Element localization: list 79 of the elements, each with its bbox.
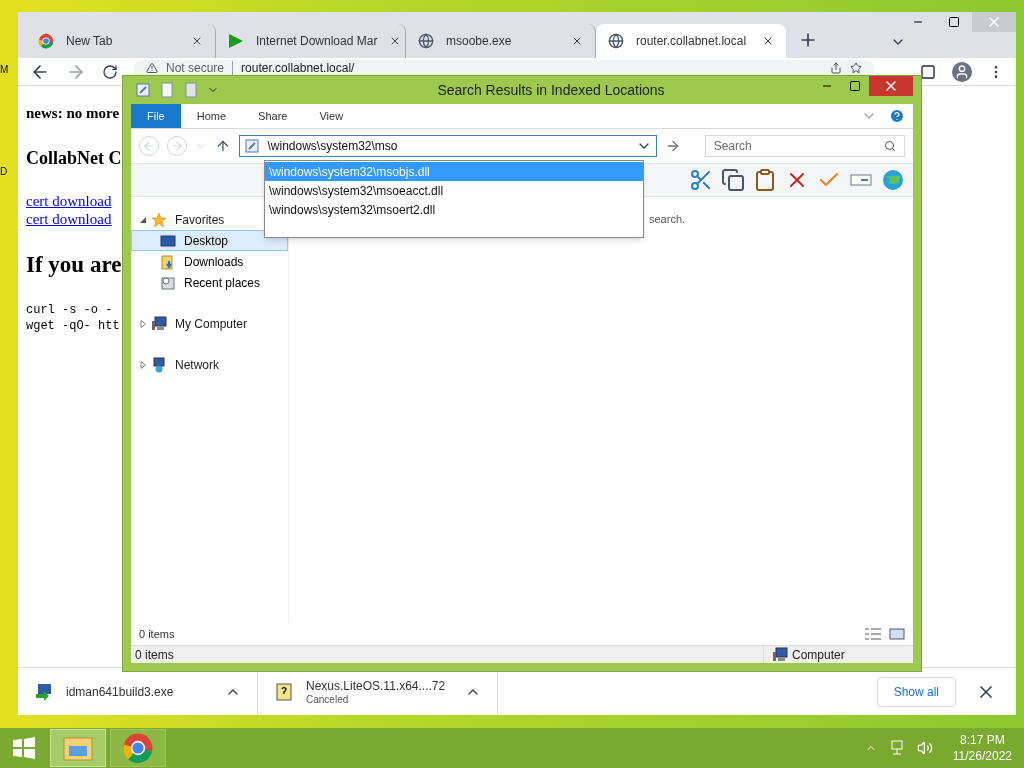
nav-item[interactable]: Favorites — [175, 210, 225, 229]
unknown-file-icon — [274, 681, 294, 702]
folder-icon — [160, 253, 176, 270]
chrome-icon — [38, 33, 54, 49]
document-icon[interactable] — [183, 82, 199, 98]
computer-icon — [151, 315, 167, 332]
search-icon — [884, 140, 896, 152]
ribbon-tab[interactable]: File — [131, 104, 181, 128]
profile-icon[interactable] — [952, 61, 972, 82]
reload-icon[interactable] — [102, 63, 118, 80]
properties-icon[interactable] — [135, 82, 151, 98]
chrome-icon — [122, 732, 154, 764]
expanded-arrow-icon[interactable] — [139, 215, 147, 224]
desktop-icon-label[interactable]: M — [0, 62, 9, 77]
play-icon — [228, 33, 244, 49]
copy-icon[interactable] — [721, 168, 745, 192]
nav-item[interactable]: Network — [175, 355, 219, 374]
browser-tab[interactable]: router.collabnet.local — [596, 24, 786, 58]
nav-item[interactable]: My Computer — [175, 314, 248, 333]
address-bar[interactable]: Not secure router.collabnet.local/ — [134, 60, 874, 75]
cut-icon[interactable] — [689, 168, 713, 192]
warning-icon — [146, 61, 158, 74]
close-tab-icon[interactable] — [762, 35, 774, 47]
monitor-icon — [160, 232, 176, 249]
search-field[interactable]: Search — [704, 135, 905, 157]
status-bar: 0 items Computer — [131, 645, 913, 663]
ribbon-tab[interactable]: Share — [242, 104, 304, 128]
ribbon-tab[interactable]: View — [303, 104, 360, 128]
large-icons-view-icon[interactable] — [889, 628, 905, 640]
download-status: Canceled — [306, 693, 350, 706]
code-line: curl -s -o - — [26, 302, 113, 318]
item-count: 0 items — [139, 626, 175, 642]
taskbar-app-button[interactable] — [110, 729, 166, 767]
globe-icon — [608, 33, 624, 49]
side-panel-icon[interactable] — [920, 63, 936, 80]
star-icon — [151, 211, 167, 228]
nav-item[interactable]: Recent places — [131, 272, 288, 293]
page-link[interactable]: cert download — [26, 191, 112, 210]
windows-start-icon[interactable] — [12, 736, 36, 760]
folder-icon — [62, 734, 94, 762]
volume-icon[interactable] — [916, 740, 933, 756]
bookmark-star-icon[interactable] — [850, 61, 862, 74]
document-icon[interactable] — [159, 82, 175, 98]
collapsed-arrow-icon[interactable] — [139, 319, 147, 328]
suggestion-item[interactable]: \windows\system32\msoert2.dll — [265, 200, 643, 219]
close-tab-icon[interactable] — [191, 35, 203, 47]
share-icon[interactable] — [830, 61, 842, 74]
nav-item[interactable]: Desktop — [131, 230, 288, 251]
network-icon — [151, 356, 167, 373]
suggestion-item[interactable]: \windows\system32\msoeacct.dll — [265, 181, 643, 200]
code-line: wget -qO- htt — [26, 318, 120, 334]
close-button[interactable] — [869, 76, 913, 96]
close-tab-icon[interactable] — [571, 35, 583, 47]
globe-icon — [418, 33, 434, 49]
empty-message: search. — [649, 212, 686, 227]
clock-document-icon — [160, 274, 176, 291]
page-text: news: no more — [26, 104, 120, 123]
maximize-icon[interactable] — [849, 80, 861, 92]
installer-icon — [34, 681, 54, 702]
address-field[interactable]: \windows\system32\mso — [238, 135, 657, 157]
maximize-icon[interactable] — [948, 16, 960, 28]
network-icon[interactable] — [888, 740, 905, 756]
download-filename: idman641build3.exe — [66, 683, 174, 700]
download-filename: Nexus.LiteOS.11.x64....72 — [306, 677, 446, 694]
page-heading: If you are — [26, 250, 122, 279]
page-link[interactable]: cert download — [26, 209, 112, 228]
paste-icon[interactable] — [753, 168, 777, 192]
globe-icon[interactable] — [881, 168, 905, 192]
nav-item[interactable]: Downloads — [131, 251, 288, 272]
properties-icon — [243, 138, 260, 154]
details-view-icon[interactable] — [865, 628, 881, 640]
collapsed-arrow-icon[interactable] — [139, 360, 147, 369]
desktop-icon-label[interactable]: D — [0, 164, 8, 179]
ribbon-tab[interactable]: Home — [180, 104, 243, 128]
computer-icon — [772, 646, 788, 663]
help-icon[interactable] — [889, 108, 905, 124]
show-all-button[interactable]: Show all — [876, 676, 956, 707]
window-title: Search Results in Indexed Locations — [436, 80, 665, 100]
page-heading: CollabNet C — [26, 146, 122, 170]
